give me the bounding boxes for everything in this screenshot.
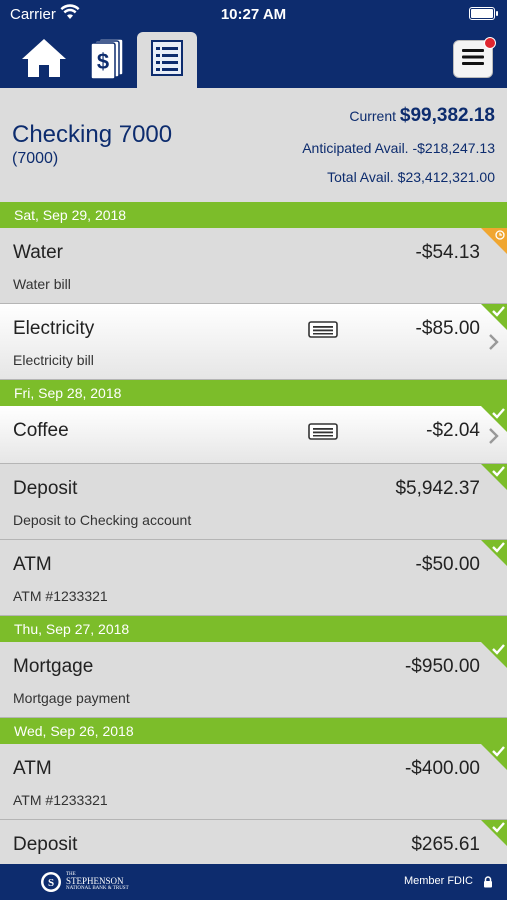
date-header: Fri, Sep 28, 2018	[0, 380, 507, 406]
cleared-check-icon	[481, 540, 507, 566]
transaction-amount: -$50.00	[415, 554, 480, 575]
transaction-row[interactable]: Electricity Electricity bill -$85.00	[0, 304, 507, 380]
transaction-row[interactable]: Coffee -$2.04	[0, 406, 507, 464]
transaction-description: Water bill	[13, 276, 71, 292]
transaction-amount: $265.61	[411, 834, 480, 855]
transaction-name: Coffee	[13, 420, 69, 441]
transaction-description: ATM #1233321	[13, 792, 108, 808]
transaction-amount: -$2.04	[426, 420, 480, 441]
anticipated-balance-value: -$218,247.13	[412, 140, 495, 156]
lock-icon	[483, 875, 493, 893]
bank-logo-text: THE STEPHENSON NATIONAL BANK & TRUST	[66, 872, 129, 892]
date-header: Sat, Sep 29, 2018	[0, 202, 507, 228]
anticipated-balance: Anticipated Avail. -$218,247.13	[302, 140, 495, 156]
transaction-description: Electricity bill	[13, 352, 94, 368]
total-balance-value: $23,412,321.00	[397, 169, 495, 185]
logo-line-3: NATIONAL BANK & TRUST	[66, 886, 129, 891]
current-balance-value: $99,382.18	[399, 105, 495, 126]
transaction-row[interactable]: Mortgage Mortgage payment -$950.00	[0, 642, 507, 718]
svg-text:$: $	[97, 49, 109, 74]
transaction-row[interactable]: Deposit Deposit to Checking account $5,942…	[0, 464, 507, 540]
home-icon	[20, 37, 68, 84]
memo-icon	[308, 423, 338, 440]
register-icon	[150, 39, 184, 82]
transaction-name: Deposit	[13, 478, 78, 499]
logo-line-2: STEPHENSON	[66, 876, 124, 886]
transaction-amount: -$950.00	[404, 656, 480, 677]
dollar-docs-icon: $	[84, 36, 128, 85]
anticipated-balance-label: Anticipated Avail.	[302, 140, 409, 156]
cleared-check-icon	[481, 464, 507, 490]
clock: 10:27 AM	[220, 6, 287, 23]
notification-badge	[484, 37, 496, 49]
pending-clock-icon	[481, 228, 507, 254]
transaction-list[interactable]: Sat, Sep 29, 2018 Water Water bill -$54.13 E…	[0, 202, 507, 864]
transaction-row[interactable]: Deposit $265.61	[0, 820, 507, 864]
transaction-amount: -$400.00	[404, 758, 480, 779]
cleared-check-icon	[481, 406, 507, 432]
cleared-check-icon	[481, 820, 507, 846]
memo-icon	[308, 321, 338, 338]
transaction-row[interactable]: Water Water bill -$54.13	[0, 228, 507, 304]
transaction-name: Electricity	[13, 318, 95, 339]
battery-icon	[469, 7, 498, 20]
bank-seal-icon: S	[41, 872, 61, 892]
tab-register[interactable]	[137, 32, 197, 88]
footer: S THE STEPHENSON NATIONAL BANK & TRUST M…	[0, 864, 507, 900]
menu-button[interactable]	[453, 37, 496, 78]
transaction-amount: -$85.00	[415, 318, 480, 339]
transaction-description: Deposit to Checking account	[13, 512, 192, 528]
svg-text:S: S	[48, 877, 54, 889]
transaction-amount: $5,942.37	[395, 478, 480, 499]
chevron-right-icon	[487, 332, 501, 352]
tab-transfers[interactable]: $	[76, 32, 136, 88]
account-name: Checking 7000	[12, 121, 173, 148]
transaction-name: Mortgage	[13, 656, 94, 677]
total-balance: Total Avail. $23,412,321.00	[327, 169, 495, 185]
cleared-check-icon	[481, 642, 507, 668]
transaction-description: Mortgage payment	[13, 690, 130, 706]
transaction-row[interactable]: ATM ATM #1233321 -$400.00	[0, 744, 507, 820]
transaction-name: Water	[13, 242, 63, 263]
account-header: Checking 7000 (7000) Current $99,382.18 …	[0, 88, 507, 202]
transaction-name: ATM	[13, 758, 52, 779]
date-header: Wed, Sep 26, 2018	[0, 718, 507, 744]
account-number: (7000)	[12, 150, 59, 167]
total-balance-label: Total Avail.	[327, 169, 394, 185]
member-fdic-label: Member FDIC	[403, 875, 473, 887]
transaction-name: Deposit	[13, 834, 78, 855]
current-balance-label: Current	[349, 108, 397, 124]
cleared-check-icon	[481, 304, 507, 330]
transaction-name: ATM	[13, 554, 52, 575]
transaction-amount: -$54.13	[415, 242, 480, 263]
top-bar: Carrier 10:27 AM $	[0, 0, 507, 88]
date-header: Thu, Sep 27, 2018	[0, 616, 507, 642]
transaction-row[interactable]: ATM ATM #1233321 -$50.00	[0, 540, 507, 616]
tab-home[interactable]	[14, 32, 74, 88]
cleared-check-icon	[481, 744, 507, 770]
status-bar: Carrier 10:27 AM	[0, 0, 507, 30]
current-balance: Current $99,382.18	[349, 105, 495, 127]
bank-logo: S THE STEPHENSON NATIONAL BANK & TRUST	[40, 869, 129, 895]
transaction-description: ATM #1233321	[13, 588, 108, 604]
hamburger-menu-icon	[462, 48, 484, 71]
